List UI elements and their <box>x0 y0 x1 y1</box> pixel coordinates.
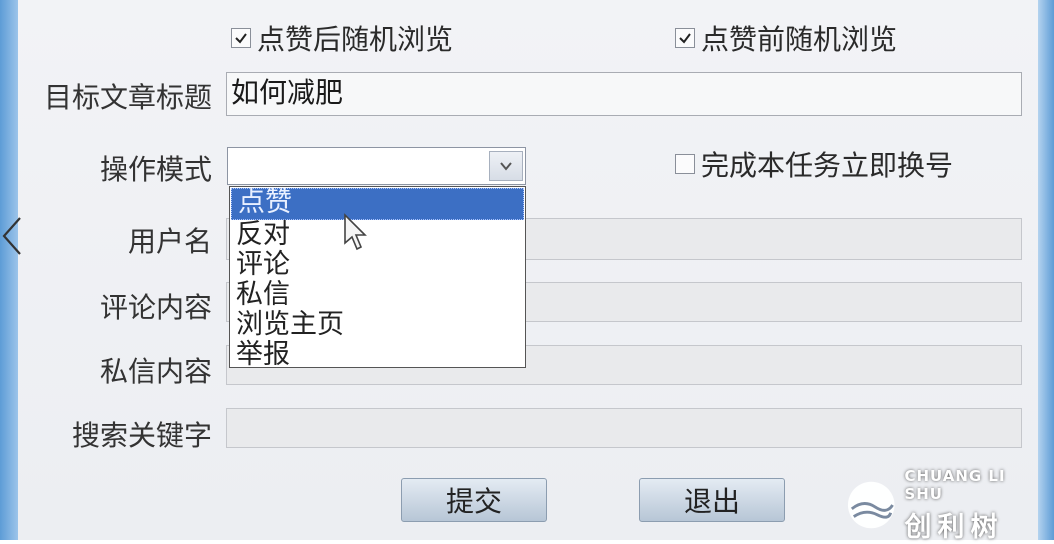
mode-select[interactable] <box>227 147 526 185</box>
submit-button[interactable]: 提交 <box>401 478 547 522</box>
dropdown-option[interactable]: 反对 <box>230 221 525 251</box>
random-after-like-label: 点赞后随机浏览 <box>257 23 454 56</box>
title-label: 目标文章标题 <box>43 81 212 114</box>
logo-text-chinese: 创利树 <box>904 511 1004 543</box>
checkbox-unchecked-icon[interactable] <box>675 154 695 174</box>
mouse-cursor-icon <box>344 213 367 251</box>
checkbox-checked-icon[interactable] <box>675 28 695 48</box>
dropdown-option[interactable]: 点赞 <box>231 188 524 220</box>
dropdown-option[interactable]: 私信 <box>230 281 525 311</box>
mode-dropdown-list: 点赞 反对 评论 私信 浏览主页 举报 <box>229 186 526 371</box>
random-after-like-option[interactable]: 点赞后随机浏览 <box>231 18 453 58</box>
window-frame-right <box>1038 0 1054 540</box>
keyword-label: 搜索关键字 <box>71 419 212 452</box>
dropdown-option[interactable]: 浏览主页 <box>230 311 525 341</box>
switch-account-label: 完成本任务立即换号 <box>701 149 954 182</box>
comment-label: 评论内容 <box>99 291 212 324</box>
random-before-like-label: 点赞前随机浏览 <box>701 23 898 56</box>
random-before-like-option[interactable]: 点赞前随机浏览 <box>675 18 897 58</box>
mode-label: 操作模式 <box>99 153 212 186</box>
dropdown-arrow-button[interactable] <box>489 151 523 181</box>
dropdown-option[interactable]: 举报 <box>230 341 525 371</box>
watermark-logo: CHUANG LI SHU 创利树 <box>846 467 1046 543</box>
logo-mark-icon <box>847 481 895 529</box>
exit-button[interactable]: 退出 <box>639 478 785 522</box>
logo-text-english: CHUANG LI SHU <box>904 466 1006 503</box>
title-input[interactable]: 如何减肥 <box>226 72 1022 116</box>
message-label: 私信内容 <box>99 355 212 388</box>
chevron-down-icon <box>500 162 512 171</box>
checkbox-checked-icon[interactable] <box>231 28 251 48</box>
keyword-input[interactable] <box>226 408 1022 448</box>
switch-account-option[interactable]: 完成本任务立即换号 <box>675 144 953 184</box>
title-input-value: 如何减肥 <box>231 76 344 109</box>
username-label: 用户名 <box>127 225 212 258</box>
dropdown-option[interactable]: 评论 <box>230 251 525 281</box>
